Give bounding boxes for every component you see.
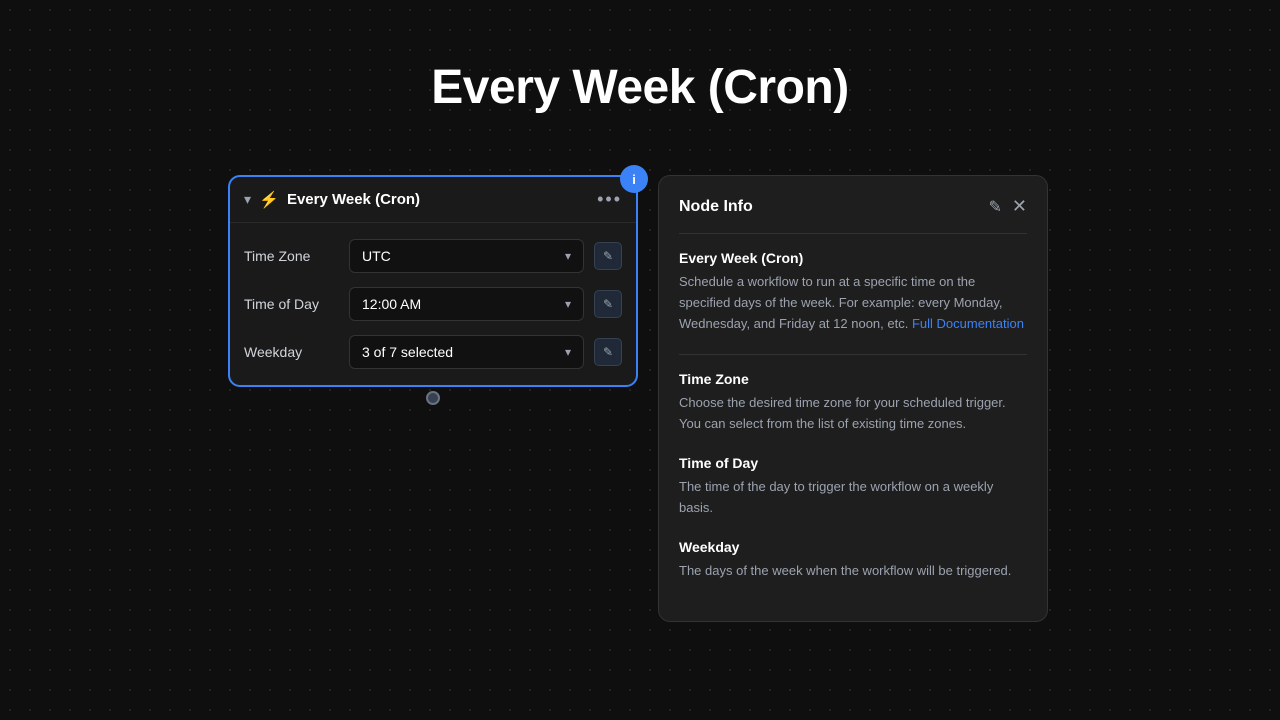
info-section-timeofday-text: The time of the day to trigger the workf… (679, 477, 1027, 519)
node-header-left: ▾ ⚡ Every Week (Cron) (244, 190, 589, 210)
info-section-timeofday-title: Time of Day (679, 455, 1027, 471)
info-section-weekday-title: Weekday (679, 539, 1027, 555)
panel-header: Node Info ✎ ✕ (679, 196, 1027, 217)
timezone-row: Time Zone UTC ▾ ✎ (244, 239, 622, 273)
panel-close-button[interactable]: ✕ (1012, 196, 1027, 217)
info-section-timeofday: Time of Day The time of the day to trigg… (679, 455, 1027, 519)
info-section-weekday: Weekday The days of the week when the wo… (679, 539, 1027, 582)
timeofday-edit-button[interactable]: ✎ (594, 290, 622, 318)
timezone-select-chevron: ▾ (565, 249, 571, 263)
info-section-timezone-text: Choose the desired time zone for your sc… (679, 393, 1027, 435)
collapse-icon[interactable]: ▾ (244, 191, 251, 208)
node-card-title: Every Week (Cron) (287, 191, 420, 208)
full-documentation-link[interactable]: Full Documentation (912, 316, 1024, 331)
timezone-edit-icon: ✎ (603, 249, 613, 263)
info-section-timezone: Time Zone Choose the desired time zone f… (679, 371, 1027, 435)
weekday-value: 3 of 7 selected (362, 344, 453, 360)
info-button[interactable]: i (620, 165, 648, 193)
panel-divider-2 (679, 354, 1027, 355)
bolt-icon: ⚡ (259, 190, 279, 210)
panel-actions: ✎ ✕ (989, 196, 1028, 217)
more-options-icon[interactable]: ••• (597, 189, 622, 210)
node-body: Time Zone UTC ▾ ✎ Time of Day 12:00 AM ▾… (230, 223, 636, 385)
info-section-weekday-text: The days of the week when the workflow w… (679, 561, 1027, 582)
node-card: i ▾ ⚡ Every Week (Cron) ••• Time Zone UT… (228, 175, 638, 387)
page-title: Every Week (Cron) (0, 60, 1280, 115)
weekday-row: Weekday 3 of 7 selected ▾ ✎ (244, 335, 622, 369)
timeofday-row: Time of Day 12:00 AM ▾ ✎ (244, 287, 622, 321)
info-section-timezone-title: Time Zone (679, 371, 1027, 387)
weekday-label: Weekday (244, 344, 339, 360)
connection-dot (426, 391, 440, 405)
timeofday-label: Time of Day (244, 296, 339, 312)
timezone-edit-button[interactable]: ✎ (594, 242, 622, 270)
panel-divider (679, 233, 1027, 234)
timezone-label: Time Zone (244, 248, 339, 264)
node-header: ▾ ⚡ Every Week (Cron) ••• (230, 177, 636, 223)
info-section-cron: Every Week (Cron) Schedule a workflow to… (679, 250, 1027, 334)
timezone-select[interactable]: UTC ▾ (349, 239, 584, 273)
weekday-select[interactable]: 3 of 7 selected ▾ (349, 335, 584, 369)
timeofday-select-chevron: ▾ (565, 297, 571, 311)
weekday-edit-button[interactable]: ✎ (594, 338, 622, 366)
timeofday-value: 12:00 AM (362, 296, 421, 312)
panel-edit-button[interactable]: ✎ (989, 197, 1002, 217)
panel-title: Node Info (679, 198, 753, 216)
timezone-value: UTC (362, 248, 391, 264)
timeofday-select[interactable]: 12:00 AM ▾ (349, 287, 584, 321)
timeofday-edit-icon: ✎ (603, 297, 613, 311)
info-section-cron-text: Schedule a workflow to run at a specific… (679, 272, 1027, 334)
info-section-cron-title: Every Week (Cron) (679, 250, 1027, 266)
node-info-panel: Node Info ✎ ✕ Every Week (Cron) Schedule… (658, 175, 1048, 622)
weekday-edit-icon: ✎ (603, 345, 613, 359)
weekday-select-chevron: ▾ (565, 345, 571, 359)
